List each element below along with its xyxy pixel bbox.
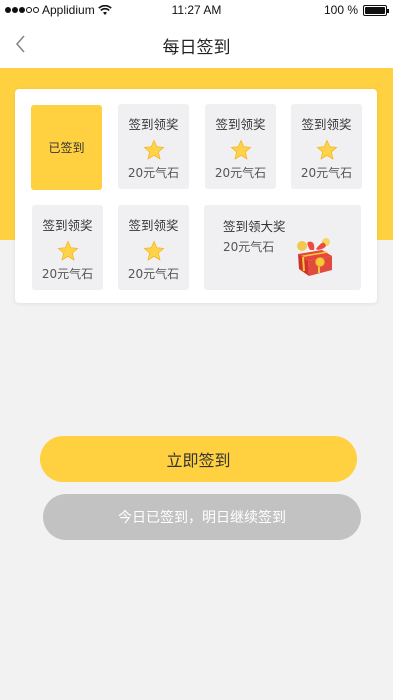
day-tile-5[interactable]: 签到领奖 20元气石 [32,205,103,290]
day-tile-3[interactable]: 签到领奖 20元气石 [205,104,276,189]
status-bar: Applidium 11:27 AM 100 % [0,0,393,20]
day-tile-1[interactable]: 已签到 [31,105,102,190]
big-prize-tile[interactable]: 签到领大奖 20元气石 [204,205,361,290]
nav-bar: 每日签到 [0,20,393,68]
gift-box-icon [297,238,332,276]
day-reward: 20元气石 [127,267,180,281]
status-right: 100 % [323,3,389,17]
battery-icon [363,4,389,16]
day-label: 签到领奖 [128,218,179,233]
star-icon [143,139,165,160]
big-prize-label: 签到领大奖 [223,219,286,234]
day-tile-4[interactable]: 签到领奖 20元气石 [291,104,362,189]
star-icon [230,139,252,160]
day-tile-6[interactable]: 签到领奖 20元气石 [118,205,189,290]
day-reward: 20元气石 [41,267,94,281]
day-reward: 20元气石 [214,166,267,180]
day-label: 签到领奖 [215,117,266,132]
day-label: 签到领奖 [301,117,352,132]
day-label: 签到领奖 [128,117,179,132]
star-icon [143,240,165,261]
signed-today-button[interactable]: 今日已签到，明日继续签到 [43,494,361,540]
sign-in-button[interactable]: 立即签到 [40,436,357,482]
big-prize-reward: 20元气石 [223,240,275,254]
star-icon [316,139,338,160]
sign-in-card: 已签到 签到领奖 20元气石 签到领奖 20元气石 签到领奖 20元气石 签到领… [15,89,377,303]
day-reward: 20元气石 [127,166,180,180]
day-label: 签到领奖 [42,218,93,233]
day-reward: 20元气石 [300,166,353,180]
star-icon [57,240,79,261]
page-title: 每日签到 [162,38,231,58]
day-tile-2[interactable]: 签到领奖 20元气石 [118,104,189,189]
battery-percent: 100 % [323,3,358,17]
signed-label: 已签到 [48,141,85,155]
